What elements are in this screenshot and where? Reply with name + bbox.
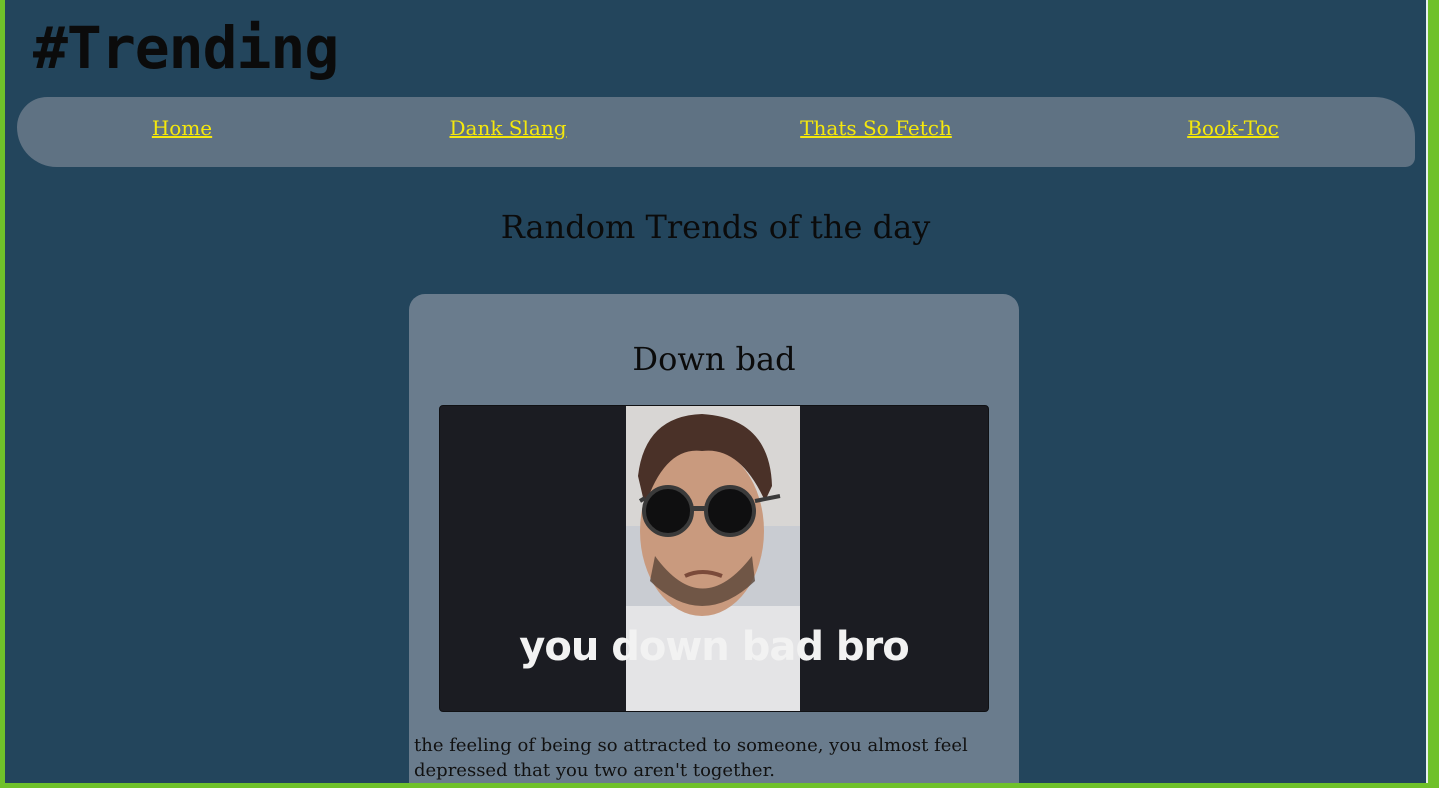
trend-card: Down bad you down bad bro the feeling of… — [409, 294, 1019, 783]
scrollbar-edge — [1426, 0, 1428, 783]
card-description: the feeling of being so attracted to som… — [414, 735, 968, 781]
page: #Trending Home Dank Slang Thats So Fetch… — [5, 0, 1426, 783]
site-title: #Trending — [33, 14, 339, 82]
card-title: Down bad — [632, 340, 796, 378]
nav-link-home[interactable]: Home — [152, 116, 212, 140]
image-caption: you down bad bro — [519, 624, 909, 670]
trend-gif: you down bad bro — [439, 405, 989, 712]
nav-link-dank-slang[interactable]: Dank Slang — [449, 116, 566, 140]
nav-link-thats-so-fetch[interactable]: Thats So Fetch — [800, 116, 952, 140]
section-heading: Random Trends of the day — [500, 208, 931, 246]
nav-bar: Home Dank Slang Thats So Fetch Book-Toc — [17, 97, 1415, 167]
nav-link-book-toc[interactable]: Book-Toc — [1187, 116, 1279, 140]
